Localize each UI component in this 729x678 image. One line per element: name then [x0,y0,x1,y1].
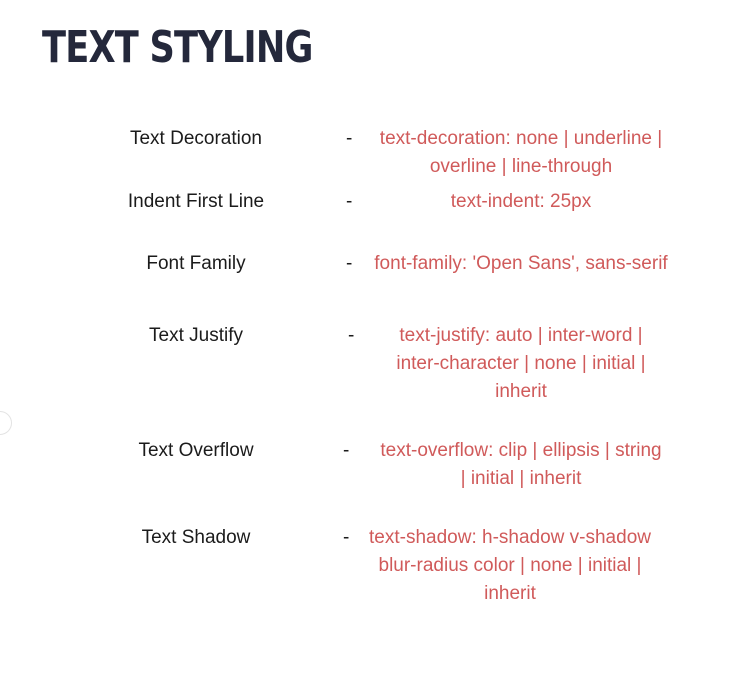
value-line: blur-radius color | none | initial | [378,555,642,576]
value-line: inherit [495,381,547,402]
separator-dash: - [346,253,353,274]
separator-dash: - [343,440,350,461]
property-label: Font Family [146,253,246,274]
value-line: inter-character | none | initial | [396,353,646,374]
property-value: font-family: 'Open Sans', sans-serif [356,250,686,278]
property-label: Indent First Line [127,191,265,212]
value-line: text-indent: 25px [450,191,592,212]
property-label: Text Justify [149,325,243,346]
value-line: overline | line-through [429,156,613,177]
scroll-handle[interactable] [0,411,12,435]
page-title: TEXT STYLING [42,22,313,73]
value-line: text-justify: auto | inter-word | [399,325,643,346]
property-value: text-decoration: none | underline | over… [356,125,686,181]
value-line: text-shadow: h-shadow v-shadow [369,527,651,548]
value-line: | initial | inherit [460,468,582,489]
property-label: Text Overflow [138,440,254,461]
property-label: Text Shadow [141,527,251,548]
value-line: inherit [484,583,536,604]
value-line: font-family: 'Open Sans', sans-serif [374,253,668,274]
separator-dash: - [346,128,353,149]
property-label: Text Decoration [129,128,262,149]
separator-dash: - [346,191,353,212]
value-line: text-decoration: none | underline | [379,128,663,149]
property-value: text-shadow: h-shadow v-shadow blur-radi… [345,524,675,608]
property-value: text-indent: 25px [356,188,686,216]
property-value: text-justify: auto | inter-word | inter-… [356,322,686,406]
value-line: text-overflow: clip | ellipsis | string [380,440,662,461]
separator-dash: - [348,325,355,346]
property-value: text-overflow: clip | ellipsis | string … [356,437,686,493]
